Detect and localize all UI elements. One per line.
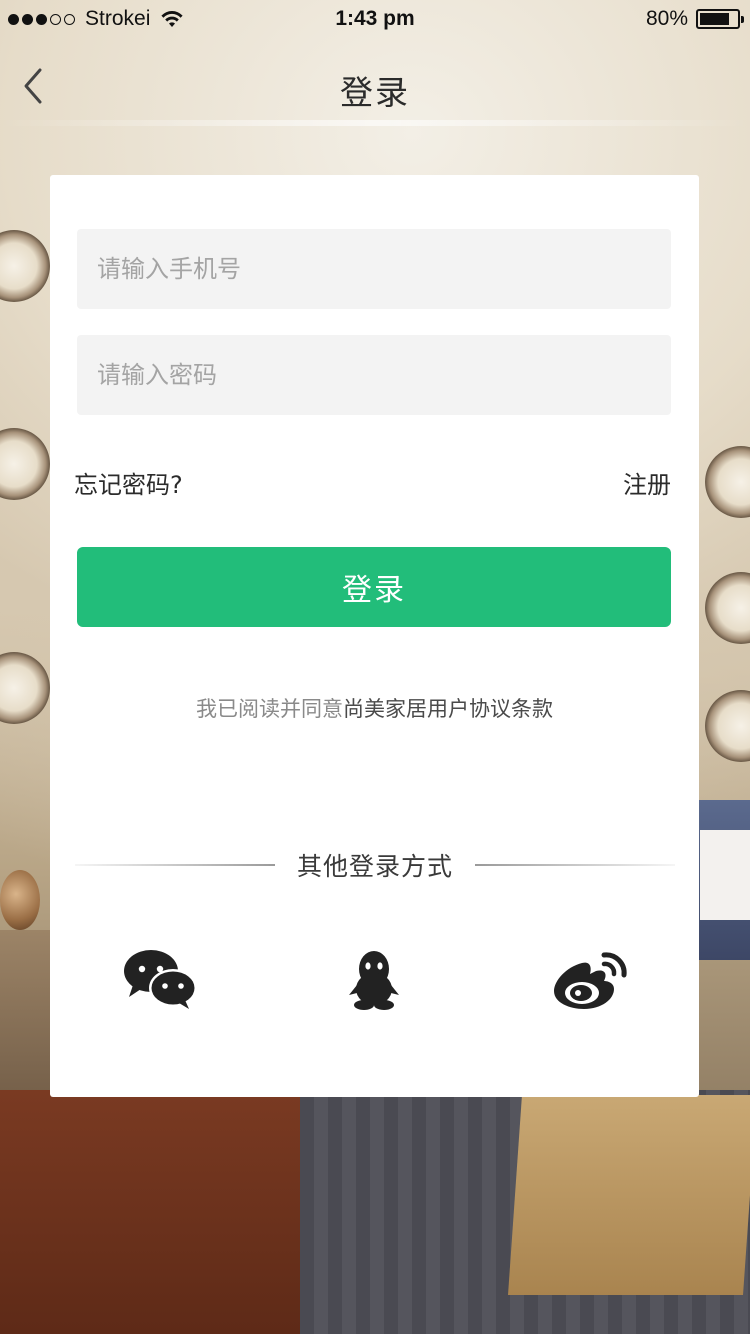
status-time: 1:43 pm	[335, 7, 415, 30]
status-bar: Strokei 1:43 pm 80%	[0, 0, 750, 40]
weibo-login-button[interactable]	[550, 945, 630, 1015]
qq-icon	[349, 951, 399, 1010]
page-title: 登录	[340, 73, 410, 112]
register-link[interactable]: 注册	[623, 465, 671, 500]
wechat-icon	[124, 950, 197, 1009]
login-card: 忘记密码? 注册 登录 我已阅读并同意尚美家居用户协议条款 其他登录方式	[50, 175, 699, 1097]
agreement-link[interactable]: 尚美家居用户协议条款	[343, 697, 553, 721]
login-button[interactable]: 登录	[77, 547, 671, 627]
battery-icon	[696, 9, 744, 29]
qq-login-button[interactable]	[334, 945, 414, 1015]
weibo-icon	[554, 952, 627, 1009]
forgot-password-link[interactable]: 忘记密码?	[74, 465, 183, 500]
password-field[interactable]	[77, 335, 671, 415]
password-input[interactable]	[77, 335, 671, 415]
wechat-login-button[interactable]	[120, 945, 200, 1015]
battery-percent: 80%	[645, 7, 688, 30]
phone-field[interactable]	[77, 229, 671, 309]
agreement-text: 我已阅读并同意尚美家居用户协议条款	[50, 693, 699, 723]
divider-line-right	[475, 864, 675, 866]
agreement-prefix: 我已阅读并同意	[196, 697, 343, 721]
other-login-divider: 其他登录方式	[75, 847, 675, 881]
phone-input[interactable]	[77, 229, 671, 309]
